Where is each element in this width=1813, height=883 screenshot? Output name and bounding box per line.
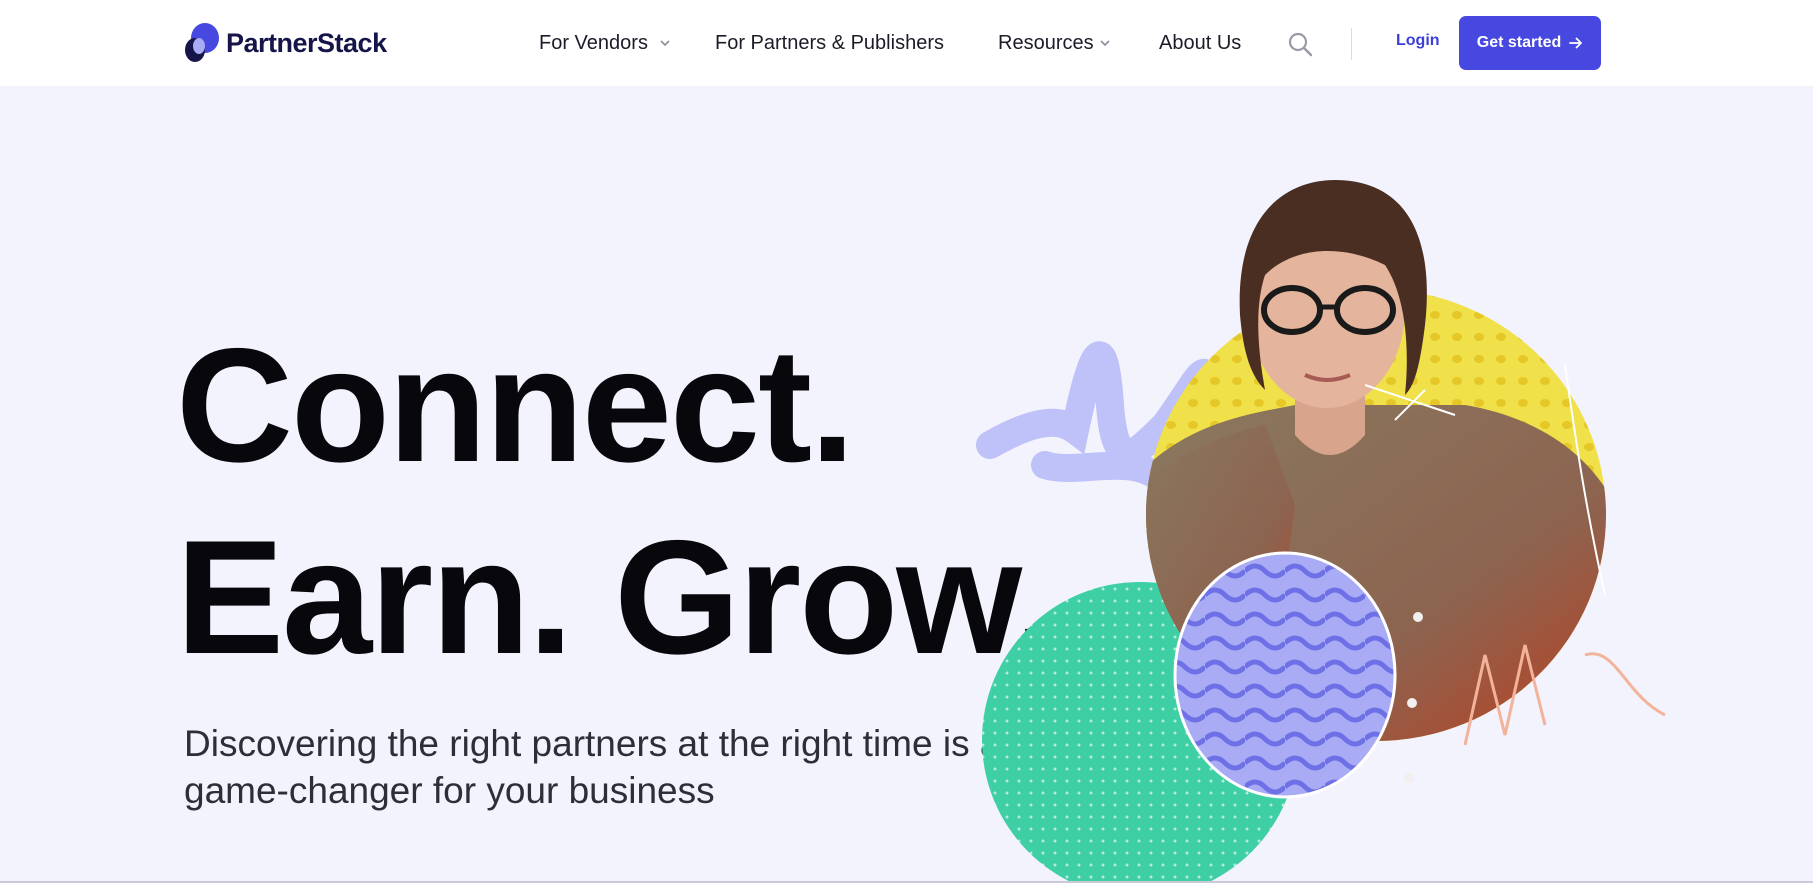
nav-for-vendors[interactable]: For Vendors [539,29,670,57]
nav-resources-label: Resources [998,31,1094,54]
nav-for-vendors-label: For Vendors [539,31,648,54]
nav-about-us[interactable]: About Us [1159,29,1241,57]
logo-wordmark: PartnerStack [226,27,387,58]
arrow-right-icon [1569,37,1583,49]
hero-headline-line1: Connect. [176,315,855,496]
search-icon[interactable] [1287,31,1313,57]
wave-circle [1173,551,1397,799]
get-started-label: Get started [1476,34,1562,51]
chevron-down-icon [1100,40,1110,47]
get-started-button[interactable]: Get started [1459,16,1601,70]
chevron-down-icon [660,40,670,47]
nav-for-partners-publishers[interactable]: For Partners & Publishers [715,29,944,57]
hero-subheadline: Discovering the right partners at the ri… [184,723,1001,811]
login-link[interactable]: Login [1396,32,1440,50]
hero-headline-line2: Earn. Grow. [176,507,1059,688]
nav-divider [1351,28,1352,60]
site-header: PartnerStack For Vendors For Partners & … [0,0,1813,86]
hero-illustration [976,180,1666,883]
nav-for-partners-label: For Partners & Publishers [715,31,944,54]
nav-resources[interactable]: Resources [998,29,1110,57]
logo-mark-icon [185,23,219,62]
partnerstack-logo[interactable]: PartnerStack [184,22,387,64]
nav-about-us-label: About Us [1159,31,1242,54]
